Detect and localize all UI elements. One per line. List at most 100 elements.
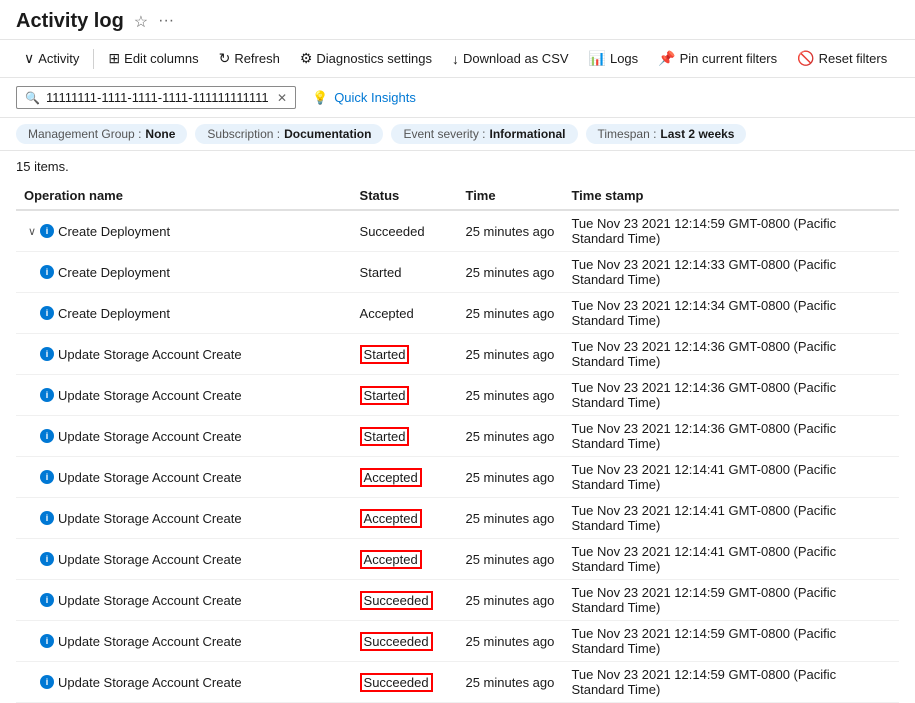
pin-filters-label: Pin current filters: [680, 51, 778, 66]
timestamp-cell: Tue Nov 23 2021 12:14:34 GMT-0800 (Pacif…: [563, 293, 899, 334]
time-cell: 25 minutes ago: [457, 416, 563, 457]
table-row[interactable]: i Create Deployment Accepted25 minutes ago…: [16, 293, 899, 334]
title-bar-icons[interactable]: ☆ ···: [134, 12, 174, 32]
status-cell: Succeeded: [352, 662, 458, 703]
info-icon: i: [40, 634, 54, 648]
status-cell: Accepted: [352, 457, 458, 498]
columns-icon: ⊞: [108, 50, 120, 67]
table-row[interactable]: i Update Storage Account Create Accepted 25…: [16, 498, 899, 539]
filter-sev-value: Informational: [489, 127, 565, 141]
col-header-time: Time: [457, 182, 563, 210]
info-icon: i: [40, 675, 54, 689]
table-row[interactable]: iUpdate Storage Account CreateStarted25 …: [16, 334, 899, 375]
reset-icon: 🚫: [797, 50, 814, 67]
clear-icon[interactable]: ✕: [277, 91, 287, 105]
status-badge: Succeeded: [360, 632, 433, 651]
status-badge: Started: [360, 386, 410, 405]
filter-management-group[interactable]: Management Group : None: [16, 124, 187, 144]
pin-filters-button[interactable]: 📌 Pin current filters: [650, 46, 785, 71]
status-cell: Accepted: [352, 539, 458, 580]
table-row[interactable]: iCreate DeploymentStarted25 minutes agoT…: [16, 252, 899, 293]
table-row[interactable]: iUpdate Storage Account CreateStarted25 …: [16, 416, 899, 457]
timestamp-cell: Tue Nov 23 2021 12:14:59 GMT-0800 (Pacif…: [563, 662, 899, 703]
items-count: 15 items.: [0, 151, 915, 182]
time-cell: 25 minutes ago: [457, 539, 563, 580]
refresh-button[interactable]: ↻ Refresh: [211, 46, 288, 71]
diagnostics-label: Diagnostics settings: [316, 51, 432, 66]
table-row[interactable]: iUpdate Storage Account CreateSucceeded2…: [16, 621, 899, 662]
star-icon[interactable]: ☆: [134, 12, 148, 32]
download-label: Download as CSV: [463, 51, 569, 66]
logs-label: Logs: [610, 51, 638, 66]
operation-name: Update Storage Account Create: [58, 470, 242, 485]
search-bar: 🔍 ✕ 💡 Quick Insights: [0, 78, 915, 118]
status-cell: Started: [352, 375, 458, 416]
filter-mg-label: Management Group :: [28, 127, 141, 141]
table-row[interactable]: i Update Storage Account Create Succeeded2…: [16, 580, 899, 621]
operation-name: Create Deployment: [58, 306, 170, 321]
operation-name: Update Storage Account Create: [58, 675, 242, 690]
search-input[interactable]: [46, 90, 271, 105]
time-cell: 25 minutes ago: [457, 580, 563, 621]
operation-name: Update Storage Account Create: [58, 511, 242, 526]
info-icon: i: [40, 511, 54, 525]
table-row[interactable]: ∨iCreate DeploymentSucceeded25 minutes a…: [16, 210, 899, 252]
filter-subscription[interactable]: Subscription : Documentation: [195, 124, 383, 144]
filter-ts-label: Timespan :: [598, 127, 657, 141]
timestamp-cell: Tue Nov 23 2021 12:14:41 GMT-0800 (Pacif…: [563, 539, 899, 580]
logs-button[interactable]: 📊 Logs: [581, 46, 647, 71]
more-icon[interactable]: ···: [158, 12, 174, 32]
search-icon: 🔍: [25, 91, 40, 105]
timestamp-cell: Tue Nov 23 2021 12:14:36 GMT-0800 (Pacif…: [563, 334, 899, 375]
status-cell: Accepted: [352, 293, 458, 334]
status-cell: Started: [352, 252, 458, 293]
status-cell: Accepted: [352, 498, 458, 539]
edit-columns-label: Edit columns: [124, 51, 198, 66]
diagnostics-icon: ⚙: [300, 50, 313, 67]
time-cell: 25 minutes ago: [457, 498, 563, 539]
time-cell: 25 minutes ago: [457, 293, 563, 334]
filter-sev-label: Event severity :: [403, 127, 485, 141]
col-header-operation: Operation name: [16, 182, 352, 210]
operation-name: Update Storage Account Create: [58, 347, 242, 362]
info-icon: i: [40, 265, 54, 279]
info-icon: i: [40, 306, 54, 320]
timestamp-cell: Tue Nov 23 2021 12:14:36 GMT-0800 (Pacif…: [563, 416, 899, 457]
filter-event-severity[interactable]: Event severity : Informational: [391, 124, 577, 144]
separator: [93, 49, 94, 69]
edit-columns-button[interactable]: ⊞ Edit columns: [100, 46, 206, 71]
table-wrapper: Operation name Status Time Time stamp ∨i…: [0, 182, 915, 703]
table-row[interactable]: iUpdate Storage Account CreateSucceeded2…: [16, 662, 899, 703]
status-badge: Accepted: [360, 509, 422, 528]
table-row[interactable]: iUpdate Storage Account CreateAccepted25…: [16, 457, 899, 498]
activity-button[interactable]: ∨ Activity: [16, 46, 87, 71]
time-cell: 25 minutes ago: [457, 334, 563, 375]
status-badge: Succeeded: [360, 673, 433, 692]
timestamp-cell: Tue Nov 23 2021 12:14:59 GMT-0800 (Pacif…: [563, 580, 899, 621]
quick-insights-button[interactable]: 💡 Quick Insights: [312, 90, 416, 106]
time-cell: 25 minutes ago: [457, 252, 563, 293]
operation-name: Update Storage Account Create: [58, 593, 242, 608]
filter-timespan[interactable]: Timespan : Last 2 weeks: [586, 124, 747, 144]
reset-filters-button[interactable]: 🚫 Reset filters: [789, 46, 895, 71]
status-badge: Started: [360, 345, 410, 364]
status-cell: Succeeded: [352, 580, 458, 621]
status-cell: Started: [352, 416, 458, 457]
diagnostics-button[interactable]: ⚙ Diagnostics settings: [292, 46, 440, 71]
info-icon: i: [40, 593, 54, 607]
reset-filters-label: Reset filters: [819, 51, 888, 66]
refresh-icon: ↻: [219, 50, 231, 67]
status-cell: Succeeded: [352, 621, 458, 662]
operation-name: Update Storage Account Create: [58, 552, 242, 567]
operation-name: Update Storage Account Create: [58, 388, 242, 403]
toolbar: ∨ Activity ⊞ Edit columns ↻ Refresh ⚙ Di…: [0, 40, 915, 78]
timestamp-cell: Tue Nov 23 2021 12:14:59 GMT-0800 (Pacif…: [563, 210, 899, 252]
table-row[interactable]: iUpdate Storage Account CreateAccepted25…: [16, 539, 899, 580]
download-button[interactable]: ↓ Download as CSV: [444, 47, 577, 71]
timestamp-cell: Tue Nov 23 2021 12:14:41 GMT-0800 (Pacif…: [563, 498, 899, 539]
pin-icon: 📌: [658, 50, 675, 67]
filter-sub-label: Subscription :: [207, 127, 280, 141]
expand-icon[interactable]: ∨: [28, 225, 36, 238]
info-icon: i: [40, 224, 54, 238]
table-row[interactable]: iUpdate Storage Account CreateStarted25 …: [16, 375, 899, 416]
